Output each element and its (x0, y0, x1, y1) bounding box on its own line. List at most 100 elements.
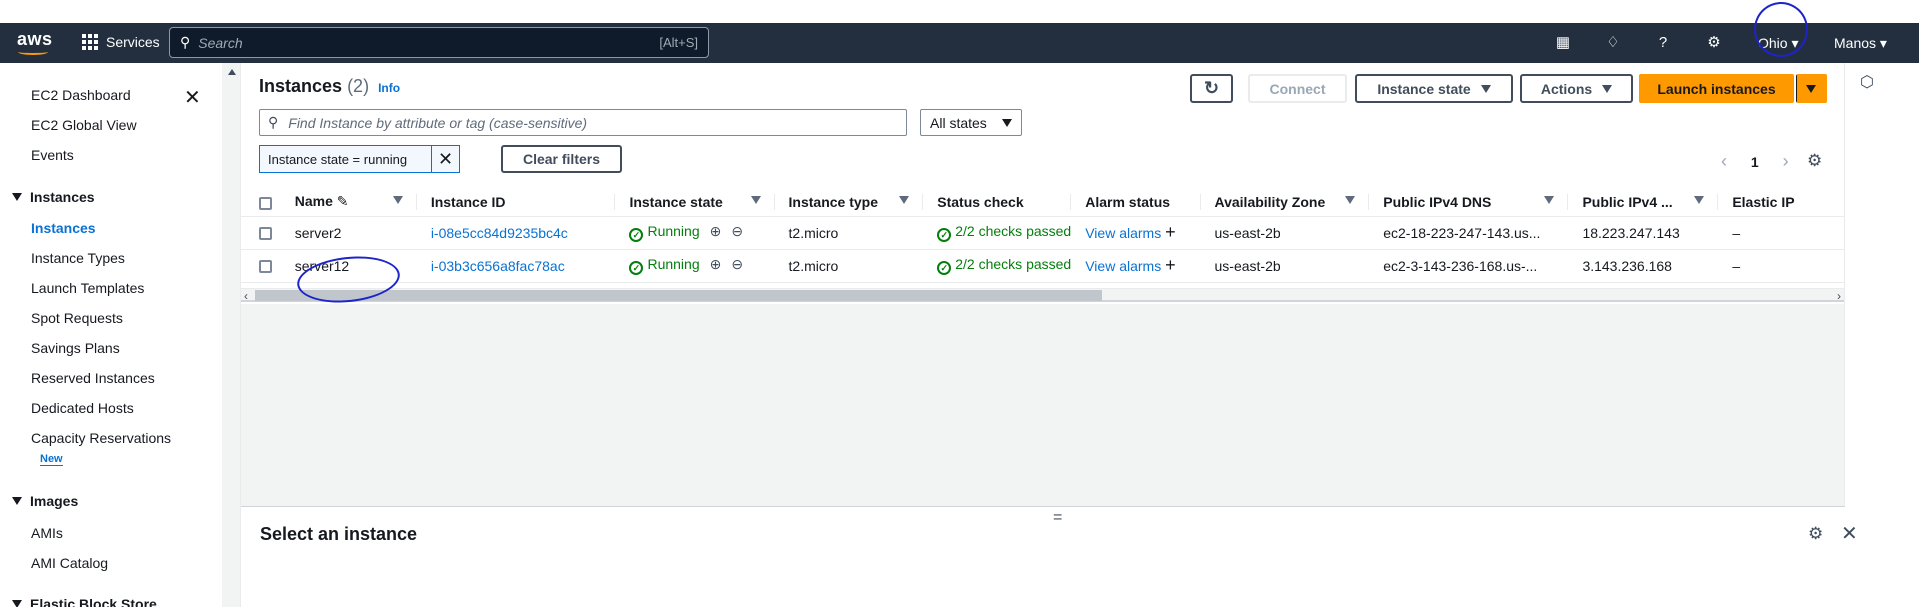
scroll-left-icon[interactable]: ‹ (244, 289, 248, 303)
sidebar-item-savings-plans[interactable]: Savings Plans (31, 340, 120, 356)
details-panel: = Select an instance ⚙ ✕ (241, 506, 1858, 607)
column-name[interactable]: Name ✎ (280, 188, 417, 217)
sidebar-section-instances[interactable]: Instances (12, 189, 95, 205)
pagination: ‹ 1 › (1711, 151, 1799, 172)
view-alarms-link[interactable]: View alarms (1085, 258, 1161, 274)
row-checkbox-cell (241, 249, 281, 283)
gear-icon[interactable]: ⚙ (1705, 34, 1723, 52)
sidebar-item-ami-catalog[interactable]: AMI Catalog (31, 555, 108, 571)
connect-button[interactable]: Connect (1248, 74, 1347, 103)
select-all-checkbox[interactable] (259, 196, 272, 210)
launch-dropdown-button[interactable] (1796, 74, 1827, 103)
instance-state-cell: ✓ Running ⊕ ⊖ (615, 249, 775, 283)
user-menu[interactable]: Manos ▾ (1834, 35, 1887, 52)
instance-id-link[interactable]: i-03b3c656a8fac78ac (416, 249, 616, 283)
chevron-left-icon[interactable]: ‹ (1721, 151, 1727, 171)
horizontal-scrollbar[interactable]: ‹ › (241, 288, 1844, 303)
caret-down-icon (12, 193, 22, 201)
column-status-check[interactable]: Status check (923, 188, 1072, 217)
row-checkbox[interactable] (259, 227, 272, 241)
sidebar-item-capacity-reservations[interactable]: Capacity Reservations (31, 430, 171, 446)
edit-icon: ✎ (336, 193, 349, 210)
details-settings-icon[interactable]: ⚙ (1808, 524, 1823, 544)
sidebar-scrollbar[interactable] (222, 63, 241, 607)
refresh-icon: ↻ (1203, 78, 1220, 98)
sort-icon (1345, 196, 1356, 204)
sidebar-item-launch-templates[interactable]: Launch Templates (31, 280, 144, 296)
close-sidebar-icon[interactable]: ✕ (184, 85, 201, 110)
check-circle-icon: ✓ (937, 261, 952, 275)
plus-icon[interactable]: + (1165, 255, 1176, 275)
instances-panel: Instances (2) Info ↻ Connect Instance st… (241, 63, 1844, 304)
chevron-right-icon[interactable]: › (1783, 151, 1789, 171)
table-settings-icon[interactable]: ⚙ (1807, 151, 1822, 171)
column-availability-zone[interactable]: Availability Zone (1200, 188, 1370, 217)
instance-type: t2.micro (774, 249, 924, 283)
caret-down-icon (12, 600, 22, 607)
alarm-status-cell: View alarms + (1071, 249, 1201, 283)
resize-handle-icon[interactable]: = (1053, 509, 1062, 527)
column-public-ipv4[interactable]: Public IPv4 ... (1568, 188, 1719, 217)
page-number[interactable]: 1 (1751, 154, 1759, 170)
view-alarms-link[interactable]: View alarms (1085, 225, 1161, 241)
scroll-up-icon[interactable] (228, 69, 236, 75)
instance-filter-input[interactable]: ⚲ Find Instance by attribute or tag (cas… (259, 109, 907, 136)
sidebar-item-ec2-dashboard[interactable]: EC2 Dashboard (31, 87, 131, 103)
sidebar-item-reserved-instances[interactable]: Reserved Instances (31, 370, 155, 386)
sort-icon (899, 196, 910, 204)
row-checkbox[interactable] (259, 260, 272, 274)
help-icon[interactable]: ? (1654, 34, 1672, 52)
services-menu[interactable]: Services (82, 34, 160, 50)
refresh-button[interactable]: ↻ (1190, 74, 1233, 103)
zoom-out-icon[interactable]: ⊖ (731, 256, 743, 272)
instance-state-cell: ✓ Running ⊕ ⊖ (615, 216, 775, 250)
zoom-out-icon[interactable]: ⊖ (731, 223, 743, 239)
sidebar-item-global-view[interactable]: EC2 Global View (31, 117, 137, 133)
column-alarm-status[interactable]: Alarm status (1071, 188, 1201, 217)
aws-logo[interactable]: aws (17, 29, 53, 55)
zoom-in-icon[interactable]: ⊕ (710, 256, 722, 272)
search-input[interactable]: ⚲ Search [Alt+S] (169, 27, 709, 58)
page-title: Instances (2) Info (259, 76, 401, 96)
instance-state-button[interactable]: Instance state (1355, 74, 1513, 103)
column-instance-id[interactable]: Instance ID (416, 188, 616, 217)
cloudshell-icon[interactable]: ▦ (1554, 34, 1572, 52)
sidebar-item-amis[interactable]: AMIs (31, 525, 63, 541)
scroll-right-icon[interactable]: › (1837, 289, 1841, 303)
launch-instances-button[interactable]: Launch instances (1639, 74, 1794, 103)
elastic-ip: – (1718, 216, 1844, 250)
instances-table: Name ✎ Instance ID Instance state Instan… (241, 188, 1844, 283)
column-instance-state[interactable]: Instance state (615, 188, 775, 217)
actions-button[interactable]: Actions (1520, 74, 1633, 103)
info-link[interactable]: Info (378, 81, 400, 95)
grid-icon (82, 34, 98, 50)
column-public-dns[interactable]: Public IPv4 DNS (1369, 188, 1569, 217)
sidebar-item-instance-types[interactable]: Instance Types (31, 250, 125, 266)
plus-icon[interactable]: + (1165, 222, 1176, 242)
sidebar-item-spot-requests[interactable]: Spot Requests (31, 310, 123, 326)
zoom-in-icon[interactable]: ⊕ (710, 223, 722, 239)
top-white-bar (0, 0, 1919, 23)
sidebar-section-images[interactable]: Images (12, 493, 78, 509)
table-row[interactable]: server12 i-03b3c656a8fac78ac ✓ Running ⊕ ⊖ … (241, 249, 1844, 283)
states-select[interactable]: All states (920, 109, 1022, 136)
sidebar-item-events[interactable]: Events (31, 147, 74, 163)
sidebar-section-ebs[interactable]: Elastic Block Store (12, 596, 157, 607)
column-elastic-ip[interactable]: Elastic IP (1718, 188, 1844, 217)
instance-id-link[interactable]: i-08e5cc84d9235bc4c (416, 216, 616, 250)
bell-icon[interactable]: ♢ (1604, 34, 1622, 52)
sidebar-item-instances[interactable]: Instances (31, 220, 96, 236)
search-icon: ⚲ (180, 34, 191, 50)
remove-filter-icon[interactable]: ✕ (431, 146, 459, 172)
hexagon-icon[interactable]: ⬡ (1860, 72, 1874, 92)
public-ipv4: 3.143.236.168 (1568, 249, 1719, 283)
instance-type: t2.micro (774, 216, 924, 250)
close-details-icon[interactable]: ✕ (1841, 521, 1858, 546)
sidebar-item-dedicated-hosts[interactable]: Dedicated Hosts (31, 400, 134, 416)
status-check-cell: ✓ 2/2 checks passed (923, 216, 1072, 250)
instance-count: (2) (347, 76, 370, 96)
check-circle-icon: ✓ (629, 261, 644, 275)
column-instance-type[interactable]: Instance type (774, 188, 924, 217)
clear-filters-button[interactable]: Clear filters (501, 145, 622, 173)
table-row[interactable]: server2 i-08e5cc84d9235bc4c ✓ Running ⊕ ⊖ t… (241, 216, 1844, 250)
